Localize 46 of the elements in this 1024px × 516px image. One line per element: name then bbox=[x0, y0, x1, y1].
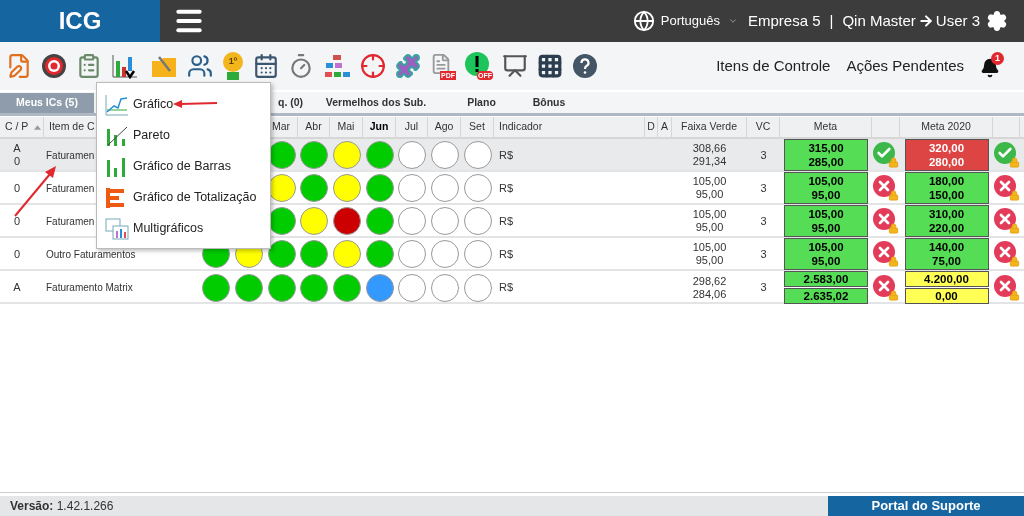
table-cell: 291,34 bbox=[692, 155, 727, 168]
table-cell: 105,00 bbox=[692, 208, 727, 221]
table-cell: 0 bbox=[13, 247, 21, 261]
notification-badge: 1 bbox=[991, 52, 1004, 65]
table-cell-text: R$ bbox=[499, 147, 514, 163]
table-cell: 105,00 bbox=[692, 175, 727, 188]
table-cell-text: R$ bbox=[499, 246, 514, 262]
table-cell: 284,06 bbox=[692, 287, 727, 301]
table-cell-text: Faturamento Matrix bbox=[46, 281, 133, 295]
target-value: 105,00 95,00 bbox=[784, 205, 868, 237]
table-cell: 298,62 bbox=[692, 274, 727, 288]
table-cell: 308,66 bbox=[692, 142, 727, 155]
target-value: 320,00 280,00 bbox=[904, 139, 989, 171]
target-value: 180,00 150,00 bbox=[904, 172, 989, 204]
target-value: 140,00 75,00 bbox=[904, 238, 989, 270]
table-cell: 95,00 bbox=[695, 188, 724, 201]
table-cell: 0 bbox=[13, 155, 21, 168]
version-text: Versão: 1.42.1.266 bbox=[10, 498, 114, 515]
table-cell: 95,00 bbox=[695, 221, 724, 234]
table-cell-text: Outro Faturamentos bbox=[46, 247, 136, 262]
table-cell-text: R$ bbox=[499, 180, 514, 196]
table-cell: A bbox=[13, 142, 21, 155]
table-cell-text: R$ bbox=[499, 213, 514, 229]
table-cell: 95,00 bbox=[695, 254, 724, 267]
table-cell: 0 bbox=[13, 181, 21, 195]
table-cell: 105,00 bbox=[692, 241, 727, 254]
target-value: 105,00 95,00 bbox=[784, 238, 868, 270]
table-cell-text: 3 bbox=[760, 147, 767, 163]
target-value: 2.635,02 bbox=[784, 288, 868, 304]
table-cell-text: 3 bbox=[760, 280, 767, 296]
table-cell-text: Faturamen bbox=[46, 148, 95, 163]
table-cell: A bbox=[13, 281, 21, 294]
target-value: 105,00 95,00 bbox=[784, 172, 868, 204]
table-cell-text: 3 bbox=[760, 180, 767, 196]
table-cell-text: 3 bbox=[760, 246, 767, 262]
table-cell-text: R$ bbox=[499, 280, 514, 296]
table-cell-text: 3 bbox=[760, 213, 767, 229]
table-cell: 0 bbox=[13, 214, 21, 228]
target-value: 0,00 bbox=[904, 288, 989, 304]
target-value: 4.200,00 bbox=[904, 271, 989, 287]
target-value: 315,00 285,00 bbox=[784, 139, 868, 171]
table-cell-text: Faturamen bbox=[46, 214, 95, 229]
table-cell-text: Faturamen bbox=[46, 181, 95, 196]
target-value: 2.583,00 bbox=[784, 271, 868, 287]
separator: | bbox=[829, 10, 834, 31]
target-value: 310,00 220,00 bbox=[904, 205, 989, 237]
